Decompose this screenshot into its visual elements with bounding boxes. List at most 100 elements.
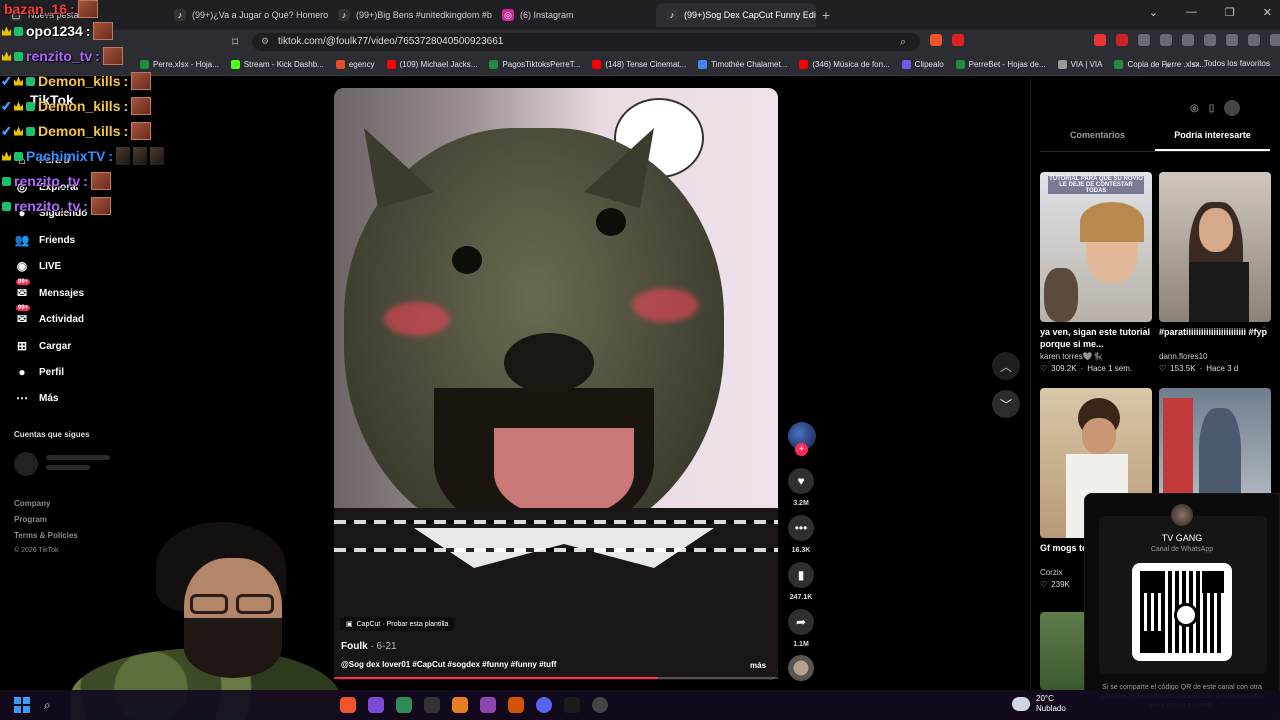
close-window-icon[interactable]: ✕ — [1263, 6, 1272, 19]
more-options-icon[interactable]: ⋮ — [1140, 326, 1150, 337]
tab-sog-dex[interactable]: ♪ (99+)Sog Dex CapCut Funny Edi ✕ — [656, 3, 816, 27]
next-video-button[interactable]: ﹀ — [992, 390, 1020, 418]
recommended-card[interactable]: #paratiiiiiiiiiiiiiiiiiiiiiiii #fyp ⋮ da… — [1159, 172, 1271, 373]
puzzle-icon[interactable] — [1182, 34, 1194, 46]
bookmark-favicon-icon — [230, 60, 240, 69]
bookmark-item[interactable]: PerreBet - Hojas de... — [955, 60, 1046, 69]
profile-avatar[interactable] — [1224, 100, 1241, 116]
obs-icon[interactable] — [592, 697, 608, 713]
sidebar-item-mensajes[interactable]: ✉ 99+ Mensajes — [14, 279, 84, 301]
bookmark-item[interactable]: Stream - Kick Dashb... — [230, 60, 324, 69]
extension-icon[interactable] — [1160, 34, 1172, 46]
brave-icon[interactable] — [340, 697, 356, 713]
bookmark-item[interactable]: VIA | VIA — [1057, 60, 1102, 69]
all-bookmarks[interactable]: ▭ Todos los favoritos — [1192, 59, 1270, 68]
dog-eye — [452, 246, 482, 274]
tiktok-icon: ♪ — [174, 9, 186, 21]
tab-comments[interactable]: Comentarios — [1040, 130, 1155, 151]
discord-icon[interactable] — [536, 697, 552, 713]
search-icon[interactable]: ⌕ — [44, 698, 51, 713]
save-button[interactable]: ▮ — [788, 562, 814, 588]
capcut-template-tag[interactable]: ▣ CapCut · Probar esta plantilla — [340, 617, 455, 631]
site-info-icon[interactable]: ⚙ — [261, 36, 269, 47]
app-icon[interactable] — [508, 697, 524, 713]
brave-shields-icon[interactable] — [930, 34, 942, 46]
bookmark-item[interactable]: (346) Música de fon... — [799, 60, 890, 69]
extension-icon[interactable] — [1138, 34, 1150, 46]
tab-homero[interactable]: ♪ (99+)¿Va a Jugar o Qué? Homero Sim — [164, 3, 328, 27]
extension-icon[interactable] — [1094, 34, 1106, 46]
thumb-hair — [1080, 202, 1144, 242]
video-author[interactable]: Foulk · 6-21 — [341, 641, 397, 652]
tab-recommended[interactable]: Podría interesarte — [1155, 130, 1270, 151]
app-icon[interactable] — [396, 697, 412, 713]
terminal-icon[interactable] — [564, 697, 580, 713]
windows-taskbar — [0, 690, 1280, 720]
chevron-down-icon[interactable]: ⌄ — [1149, 6, 1158, 19]
brave-rewards-icon[interactable] — [952, 34, 964, 46]
video-caption: @Sog dex lover01 #CapCut #sogdex #funny … — [341, 660, 557, 669]
sidebar-item-friends[interactable]: 👥 Friends — [14, 232, 76, 248]
music-disc[interactable] — [788, 655, 814, 681]
comment-count: 16.3K — [791, 547, 811, 554]
chat-username: bazan_16 — [4, 1, 68, 17]
phone-icon[interactable]: ▯ — [1209, 103, 1215, 114]
bookmark-icon[interactable]: ⌑ — [232, 35, 238, 49]
zoom-icon[interactable]: ⌕ — [900, 36, 906, 49]
chat-badge-icon — [2, 51, 11, 61]
windows-start-icon[interactable] — [14, 697, 30, 713]
wallet-icon[interactable] — [1248, 34, 1260, 46]
footer-link-program[interactable]: Program — [14, 515, 47, 524]
restore-icon[interactable]: ❐ — [1225, 6, 1235, 19]
chat-username: renzito_tv — [26, 48, 93, 64]
extension-icon[interactable] — [1116, 34, 1128, 46]
notification-badge: 99+ — [16, 279, 31, 285]
app-icon[interactable] — [452, 697, 468, 713]
bookmark-item[interactable]: PagosTiktoksPerreT... — [489, 60, 580, 69]
follow-plus-icon[interactable]: + — [795, 443, 808, 456]
media-icon[interactable] — [1204, 34, 1216, 46]
bookmark-item[interactable]: (109) Michael Jacks... — [386, 60, 477, 69]
chat-badge-icon — [2, 76, 11, 86]
video-progress-bar[interactable] — [334, 677, 778, 679]
app-icon[interactable] — [480, 697, 496, 713]
previous-video-button[interactable]: ︿ — [992, 352, 1020, 380]
app-grid-icon[interactable] — [368, 697, 384, 713]
chat-badge-icon — [2, 176, 11, 186]
chevron-right-icon[interactable]: » — [1164, 60, 1170, 71]
bookmark-item[interactable]: egency — [335, 60, 375, 69]
capcut-icon[interactable] — [424, 697, 440, 713]
chat-emote — [131, 97, 152, 115]
more-options-icon[interactable]: ⋮ — [1259, 326, 1269, 337]
weather-widget[interactable]: 20°C Nublado — [1012, 694, 1066, 714]
chat-username: renzito_tv — [14, 173, 81, 189]
bookmark-item[interactable]: Timothée Chalamet... — [698, 60, 787, 69]
tab-big-bens[interactable]: ♪ (99+)Big Bens #unitedkingdom #bus — [328, 3, 492, 27]
chat-message: renzito_tv: — [2, 172, 111, 190]
recommended-card[interactable]: TUTORIAL PARA QUE SU NOVIO LE DEJE DE CO… — [1040, 172, 1152, 373]
bookmark-item[interactable]: Clipealo — [901, 60, 944, 69]
footer-link-company[interactable]: Company — [14, 499, 50, 508]
url-bar[interactable]: ⚙ tiktok.com/@foulk77/video/765372804050… — [252, 33, 920, 51]
sidebar-item-m-s[interactable]: ⋯ Más — [14, 390, 58, 406]
minimize-icon[interactable]: — — [1186, 6, 1197, 19]
see-more-button[interactable]: más — [750, 661, 766, 670]
tab-instagram[interactable]: ◎ (6) Instagram — [492, 3, 656, 27]
bookmark-item[interactable]: (148) Tense Cinemat... — [592, 60, 686, 69]
thumb-shelf — [1163, 398, 1193, 498]
compass-icon[interactable]: ◎ — [1190, 103, 1199, 114]
sidebar-item-cargar[interactable]: ⊞ Cargar — [14, 338, 71, 354]
leo-icon[interactable] — [1270, 34, 1280, 46]
like-button[interactable]: ♥ — [788, 468, 814, 494]
comment-button[interactable]: ••• — [788, 515, 814, 541]
bookmark-item[interactable]: Perre.xlsx - Hoja... — [140, 60, 219, 69]
sidebar-icon[interactable] — [1226, 34, 1238, 46]
share-button[interactable]: ➦ — [788, 609, 814, 635]
dog-eye — [596, 208, 626, 236]
sidebar-item-perfil[interactable]: ● Perfil — [14, 364, 64, 380]
extensions-row — [930, 34, 1280, 46]
sidebar-item-live[interactable]: ◉ LIVE — [14, 258, 61, 274]
new-tab-button[interactable]: + — [816, 5, 836, 25]
video-player[interactable] — [334, 88, 778, 680]
sidebar-item-actividad[interactable]: ✉ 99+ Actividad — [14, 305, 84, 327]
